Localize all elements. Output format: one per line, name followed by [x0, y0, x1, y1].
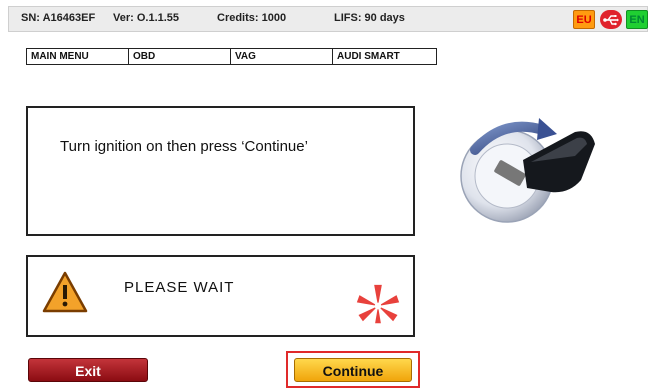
breadcrumb-audi-smart[interactable]: AUDI SMART [333, 49, 436, 64]
version: Ver: O.1.1.55 [113, 12, 180, 24]
warning-icon [42, 271, 88, 313]
serial-number: SN: A16463EF [21, 12, 96, 24]
en-flag-icon[interactable]: EN [626, 10, 648, 29]
status-bar: SN: A16463EF Ver: O.1.1.55 Credits: 1000… [8, 6, 648, 32]
spinner-icon [356, 284, 400, 324]
eu-flag-icon[interactable]: EU [573, 10, 595, 29]
continue-button[interactable]: Continue [294, 358, 412, 382]
breadcrumb-vag[interactable]: VAG [231, 49, 333, 64]
please-wait-text: PLEASE WAIT [124, 279, 235, 296]
message-box: Turn ignition on then press ‘Continue’ [26, 106, 415, 236]
breadcrumb-obd[interactable]: OBD [129, 49, 231, 64]
usb-icon[interactable] [600, 10, 622, 29]
instruction-text: Turn ignition on then press ‘Continue’ [60, 138, 308, 155]
ignition-key-icon [460, 118, 595, 223]
please-wait-box: PLEASE WAIT [26, 255, 415, 337]
breadcrumb-main-menu[interactable]: MAIN MENU [27, 49, 129, 64]
lifs: LIFS: 90 days [334, 12, 405, 24]
exit-button[interactable]: Exit [28, 358, 148, 382]
credits: Credits: 1000 [217, 12, 287, 24]
breadcrumb: MAIN MENU OBD VAG AUDI SMART [26, 48, 437, 65]
